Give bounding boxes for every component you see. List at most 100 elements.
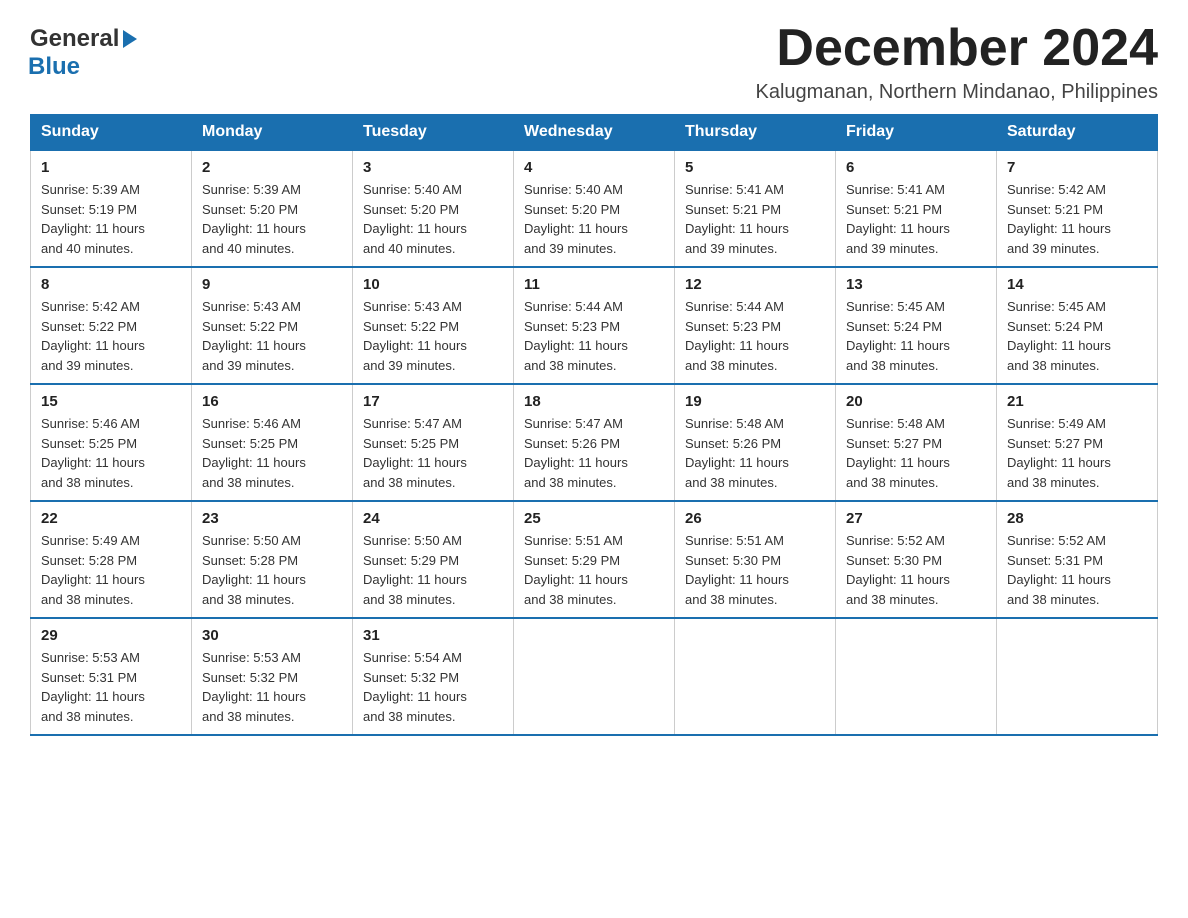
day-number: 30 [202,627,342,644]
day-number: 26 [685,510,825,527]
table-row [997,618,1158,735]
day-info: Sunrise: 5:49 AMSunset: 5:28 PMDaylight:… [41,531,181,609]
day-info: Sunrise: 5:51 AMSunset: 5:29 PMDaylight:… [524,531,664,609]
day-number: 8 [41,276,181,293]
table-row: 7 Sunrise: 5:42 AMSunset: 5:21 PMDaylight… [997,150,1158,267]
calendar-week-row: 8Sunrise: 5:42 AMSunset: 5:22 PMDaylight… [31,267,1158,384]
day-number: 23 [202,510,342,527]
day-info: Sunrise: 5:44 AMSunset: 5:23 PMDaylight:… [685,297,825,375]
table-row: 3 Sunrise: 5:40 AMSunset: 5:20 PMDaylight… [353,150,514,267]
calendar-week-row: 1 Sunrise: 5:39 AMSunset: 5:19 PMDaylight… [31,150,1158,267]
day-number: 13 [846,276,986,293]
calendar-week-row: 29Sunrise: 5:53 AMSunset: 5:31 PMDayligh… [31,618,1158,735]
table-row [836,618,997,735]
day-number: 25 [524,510,664,527]
table-row: 5 Sunrise: 5:41 AMSunset: 5:21 PMDaylight… [675,150,836,267]
day-number: 1 [41,159,181,176]
table-row: 22 Sunrise: 5:49 AMSunset: 5:28 PMDayligh… [31,501,192,618]
day-info: Sunrise: 5:40 AMSunset: 5:20 PMDaylight:… [363,180,503,258]
header-friday: Friday [836,115,997,151]
table-row: 13 Sunrise: 5:45 AMSunset: 5:24 PMDayligh… [836,267,997,384]
day-number: 22 [41,510,181,527]
day-number: 27 [846,510,986,527]
table-row [514,618,675,735]
table-row: 24Sunrise: 5:50 AMSunset: 5:29 PMDayligh… [353,501,514,618]
day-number: 7 [1007,159,1147,176]
table-row: 29Sunrise: 5:53 AMSunset: 5:31 PMDayligh… [31,618,192,735]
table-row: 8Sunrise: 5:42 AMSunset: 5:22 PMDaylight… [31,267,192,384]
table-row: 2Sunrise: 5:39 AMSunset: 5:20 PMDaylight… [192,150,353,267]
table-row: 25 Sunrise: 5:51 AMSunset: 5:29 PMDayligh… [514,501,675,618]
day-info: Sunrise: 5:41 AMSunset: 5:21 PMDaylight:… [685,180,825,258]
day-number: 21 [1007,393,1147,410]
calendar-week-row: 22 Sunrise: 5:49 AMSunset: 5:28 PMDayligh… [31,501,1158,618]
day-number: 19 [685,393,825,410]
table-row: 9 Sunrise: 5:43 AMSunset: 5:22 PMDaylight… [192,267,353,384]
header-wednesday: Wednesday [514,115,675,151]
header-thursday: Thursday [675,115,836,151]
day-info: Sunrise: 5:54 AMSunset: 5:32 PMDaylight:… [363,648,503,726]
day-number: 20 [846,393,986,410]
table-row: 10Sunrise: 5:43 AMSunset: 5:22 PMDayligh… [353,267,514,384]
day-number: 28 [1007,510,1147,527]
table-row: 17Sunrise: 5:47 AMSunset: 5:25 PMDayligh… [353,384,514,501]
day-info: Sunrise: 5:49 AMSunset: 5:27 PMDaylight:… [1007,414,1147,492]
day-number: 15 [41,393,181,410]
day-number: 9 [202,276,342,293]
day-info: Sunrise: 5:41 AMSunset: 5:21 PMDaylight:… [846,180,986,258]
day-info: Sunrise: 5:48 AMSunset: 5:27 PMDaylight:… [846,414,986,492]
table-row: 31 Sunrise: 5:54 AMSunset: 5:32 PMDayligh… [353,618,514,735]
table-row [675,618,836,735]
table-row: 23 Sunrise: 5:50 AMSunset: 5:28 PMDayligh… [192,501,353,618]
table-row: 18 Sunrise: 5:47 AMSunset: 5:26 PMDayligh… [514,384,675,501]
day-info: Sunrise: 5:43 AMSunset: 5:22 PMDaylight:… [202,297,342,375]
day-info: Sunrise: 5:46 AMSunset: 5:25 PMDaylight:… [41,414,181,492]
day-number: 3 [363,159,503,176]
day-info: Sunrise: 5:39 AMSunset: 5:20 PMDaylight:… [202,180,342,258]
header-sunday: Sunday [31,115,192,151]
day-number: 16 [202,393,342,410]
day-info: Sunrise: 5:47 AMSunset: 5:25 PMDaylight:… [363,414,503,492]
table-row: 4 Sunrise: 5:40 AMSunset: 5:20 PMDaylight… [514,150,675,267]
table-row: 11Sunrise: 5:44 AMSunset: 5:23 PMDayligh… [514,267,675,384]
table-row: 14 Sunrise: 5:45 AMSunset: 5:24 PMDayligh… [997,267,1158,384]
day-info: Sunrise: 5:52 AMSunset: 5:31 PMDaylight:… [1007,531,1147,609]
calendar-header-row: Sunday Monday Tuesday Wednesday Thursday… [31,115,1158,151]
location-subtitle: Kalugmanan, Northern Mindanao, Philippin… [756,81,1158,104]
day-info: Sunrise: 5:40 AMSunset: 5:20 PMDaylight:… [524,180,664,258]
header-saturday: Saturday [997,115,1158,151]
table-row: 28 Sunrise: 5:52 AMSunset: 5:31 PMDayligh… [997,501,1158,618]
day-info: Sunrise: 5:45 AMSunset: 5:24 PMDaylight:… [846,297,986,375]
day-info: Sunrise: 5:51 AMSunset: 5:30 PMDaylight:… [685,531,825,609]
header-tuesday: Tuesday [353,115,514,151]
day-info: Sunrise: 5:46 AMSunset: 5:25 PMDaylight:… [202,414,342,492]
table-row: 26 Sunrise: 5:51 AMSunset: 5:30 PMDayligh… [675,501,836,618]
day-info: Sunrise: 5:42 AMSunset: 5:21 PMDaylight:… [1007,180,1147,258]
day-number: 5 [685,159,825,176]
day-info: Sunrise: 5:52 AMSunset: 5:30 PMDaylight:… [846,531,986,609]
day-info: Sunrise: 5:53 AMSunset: 5:32 PMDaylight:… [202,648,342,726]
table-row: 20 Sunrise: 5:48 AMSunset: 5:27 PMDayligh… [836,384,997,501]
table-row: 30 Sunrise: 5:53 AMSunset: 5:32 PMDayligh… [192,618,353,735]
day-number: 6 [846,159,986,176]
day-number: 4 [524,159,664,176]
day-number: 31 [363,627,503,644]
day-info: Sunrise: 5:39 AMSunset: 5:19 PMDaylight:… [41,180,181,258]
day-number: 10 [363,276,503,293]
day-number: 18 [524,393,664,410]
table-row: 15 Sunrise: 5:46 AMSunset: 5:25 PMDayligh… [31,384,192,501]
page-header: General Blue December 2024 Kalugmanan, N… [30,20,1158,104]
day-info: Sunrise: 5:47 AMSunset: 5:26 PMDaylight:… [524,414,664,492]
table-row: 21 Sunrise: 5:49 AMSunset: 5:27 PMDayligh… [997,384,1158,501]
logo: General Blue [30,20,139,81]
calendar-week-row: 15 Sunrise: 5:46 AMSunset: 5:25 PMDayligh… [31,384,1158,501]
day-info: Sunrise: 5:44 AMSunset: 5:23 PMDaylight:… [524,297,664,375]
day-info: Sunrise: 5:45 AMSunset: 5:24 PMDaylight:… [1007,297,1147,375]
table-row: 6 Sunrise: 5:41 AMSunset: 5:21 PMDaylight… [836,150,997,267]
month-title: December 2024 [756,20,1158,77]
day-number: 24 [363,510,503,527]
day-number: 29 [41,627,181,644]
day-info: Sunrise: 5:50 AMSunset: 5:28 PMDaylight:… [202,531,342,609]
logo-blue-text: Blue [28,53,80,80]
day-number: 14 [1007,276,1147,293]
